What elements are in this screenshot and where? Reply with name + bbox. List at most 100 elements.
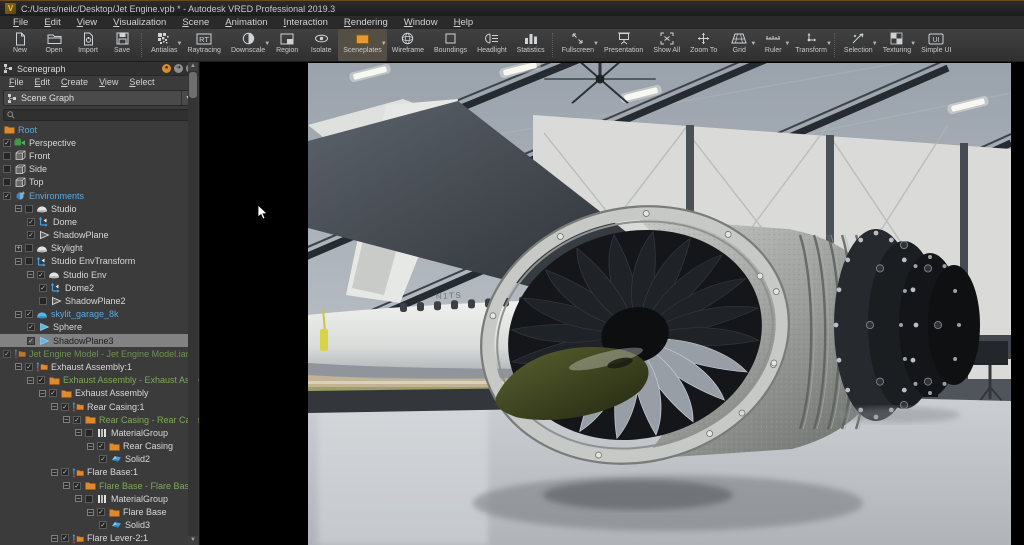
isolate-button[interactable]: Isolate: [304, 29, 338, 61]
visibility-checkbox[interactable]: [25, 244, 33, 252]
menu-item-file[interactable]: File: [6, 17, 35, 28]
menu-item-window[interactable]: Window: [397, 17, 445, 28]
grid-button[interactable]: Grid▼: [722, 29, 756, 61]
collapse-icon[interactable]: –: [15, 363, 22, 370]
menu-item-animation[interactable]: Animation: [218, 17, 274, 28]
chevron-down-icon[interactable]: ▼: [381, 41, 387, 47]
search-box[interactable]: [3, 109, 196, 121]
tree-row-studio[interactable]: –Studio: [0, 202, 188, 215]
tree-row-exhaust-assembly-exhaust-assembly-iam[interactable]: –✓Exhaust Assembly - Exhaust Assembly.ia…: [0, 374, 188, 387]
chevron-down-icon[interactable]: ▼: [826, 41, 832, 47]
tree-row-flare-lever-2-1[interactable]: –✓Flare Lever-2:1: [0, 532, 188, 545]
menu-item-interaction[interactable]: Interaction: [277, 17, 335, 28]
visibility-checkbox[interactable]: ✓: [99, 521, 107, 529]
visibility-checkbox[interactable]: ✓: [27, 231, 35, 239]
scenegraph-menu-view[interactable]: View: [94, 77, 123, 87]
pin-button[interactable]: ●: [162, 64, 171, 73]
tree-row-sphere[interactable]: ✓Sphere: [0, 321, 188, 334]
presentation-button[interactable]: Presentation: [599, 29, 648, 61]
collapse-icon[interactable]: –: [75, 495, 82, 502]
simple-ui-button[interactable]: UISimple UI: [916, 29, 956, 61]
new-button[interactable]: New: [3, 29, 37, 61]
tree-row-studio-env[interactable]: –✓Studio Env: [0, 268, 188, 281]
visibility-checkbox[interactable]: ✓: [25, 310, 33, 318]
visibility-checkbox[interactable]: ✓: [73, 416, 81, 424]
graph-selector[interactable]: Scene Graph ▼: [3, 90, 196, 106]
tree-row-shadowplane[interactable]: ✓ShadowPlane: [0, 229, 188, 242]
menu-item-help[interactable]: Help: [447, 17, 481, 28]
menu-item-visualization[interactable]: Visualization: [106, 17, 173, 28]
visibility-checkbox[interactable]: [3, 165, 11, 173]
menu-item-view[interactable]: View: [70, 17, 104, 28]
tree-row-root[interactable]: Root: [0, 123, 188, 136]
tree-row-solid3[interactable]: ✓Solid3: [0, 519, 188, 532]
tree-row-studio-envtransform[interactable]: –Studio EnvTransform: [0, 255, 188, 268]
zoom-to-button[interactable]: Zoom To: [685, 29, 722, 61]
transform-button[interactable]: Transform▼: [790, 29, 832, 61]
scenegraph-menu-create[interactable]: Create: [56, 77, 93, 87]
tree-row-skylight[interactable]: +Skylight: [0, 242, 188, 255]
visibility-checkbox[interactable]: ✓: [37, 271, 45, 279]
scenegraph-menu-select[interactable]: Select: [124, 77, 159, 87]
menu-item-scene[interactable]: Scene: [175, 17, 216, 28]
tree-row-flare-base-1[interactable]: –✓Flare Base:1: [0, 466, 188, 479]
scroll-up-icon[interactable]: ▲: [188, 62, 198, 71]
scenegraph-menu-file[interactable]: File: [4, 77, 29, 87]
tree-row-jet-engine-model-jet-engine-model-iam[interactable]: ✓Jet Engine Model - Jet Engine Model.iam: [0, 347, 188, 360]
chevron-down-icon[interactable]: ▼: [872, 41, 878, 47]
menu-item-rendering[interactable]: Rendering: [337, 17, 395, 28]
tree-row-perspective[interactable]: ✓Perspective: [0, 136, 188, 149]
scenegraph-menu-edit[interactable]: Edit: [30, 77, 56, 87]
raytracing-button[interactable]: RTRaytracing: [182, 29, 225, 61]
save-button[interactable]: Save: [105, 29, 139, 61]
tree-row-rear-casing-rear-casing-ipt[interactable]: –✓Rear Casing - Rear Casing.ipt: [0, 413, 188, 426]
tree-row-exhaust-assembly[interactable]: –✓Exhaust Assembly: [0, 387, 188, 400]
collapse-icon[interactable]: –: [27, 377, 34, 384]
visibility-checkbox[interactable]: ✓: [49, 389, 57, 397]
visibility-checkbox[interactable]: ✓: [27, 323, 35, 331]
tree-row-flare-base-flare-base-ipt[interactable]: –✓Flare Base - Flare Base.ipt: [0, 479, 188, 492]
visibility-checkbox[interactable]: ✓: [39, 284, 47, 292]
float-button[interactable]: ➜: [174, 64, 183, 73]
visibility-checkbox[interactable]: ✓: [61, 403, 69, 411]
headlight-button[interactable]: Headlight: [472, 29, 512, 61]
ruler-button[interactable]: Ruler▼: [756, 29, 790, 61]
visibility-checkbox[interactable]: [25, 205, 33, 213]
tree-row-materialgroup[interactable]: –MaterialGroup: [0, 426, 188, 439]
collapse-icon[interactable]: –: [63, 416, 70, 423]
tree-row-rear-casing[interactable]: –✓Rear Casing: [0, 440, 188, 453]
antialias-button[interactable]: Antialias▼: [146, 29, 182, 61]
fullscreen-button[interactable]: Fullscreen▼: [557, 29, 599, 61]
downscale-button[interactable]: Downscale▼: [226, 29, 270, 61]
tree-row-rear-casing-1[interactable]: –✓Rear Casing:1: [0, 400, 188, 413]
wireframe-button[interactable]: Wireframe: [387, 29, 429, 61]
sceneplates-button[interactable]: Sceneplates▼: [338, 29, 387, 61]
collapse-icon[interactable]: –: [15, 205, 22, 212]
scroll-down-icon[interactable]: ▼: [188, 536, 198, 545]
tree-row-materialgroup[interactable]: –MaterialGroup: [0, 492, 188, 505]
visibility-checkbox[interactable]: [85, 429, 93, 437]
tree-row-shadowplane3[interactable]: ✓ShadowPlane3: [0, 334, 188, 347]
tree-scrollbar[interactable]: ▲ ▼: [188, 62, 198, 545]
collapse-icon[interactable]: –: [51, 469, 58, 476]
collapse-icon[interactable]: –: [87, 443, 94, 450]
visibility-checkbox[interactable]: [25, 257, 33, 265]
visibility-checkbox[interactable]: ✓: [27, 218, 35, 226]
visibility-checkbox[interactable]: ✓: [25, 363, 33, 371]
tree-row-shadowplane2[interactable]: ShadowPlane2: [0, 294, 188, 307]
texturing-button[interactable]: Texturing▼: [878, 29, 916, 61]
region-button[interactable]: Region: [270, 29, 304, 61]
visibility-checkbox[interactable]: ✓: [61, 468, 69, 476]
tree-row-dome2[interactable]: ✓Dome2: [0, 281, 188, 294]
visibility-checkbox[interactable]: [39, 297, 47, 305]
menu-item-edit[interactable]: Edit: [37, 17, 67, 28]
tree-row-side[interactable]: Side: [0, 163, 188, 176]
tree-row-skylit-garage-8k[interactable]: –✓skylit_garage_8k: [0, 308, 188, 321]
tree-row-flare-base[interactable]: –✓Flare Base: [0, 505, 188, 518]
collapse-icon[interactable]: –: [15, 258, 22, 265]
boundings-button[interactable]: Boundings: [429, 29, 472, 61]
collapse-icon[interactable]: –: [15, 311, 22, 318]
import-button[interactable]: Import: [71, 29, 105, 61]
visibility-checkbox[interactable]: ✓: [97, 442, 105, 450]
collapse-icon[interactable]: –: [51, 403, 58, 410]
